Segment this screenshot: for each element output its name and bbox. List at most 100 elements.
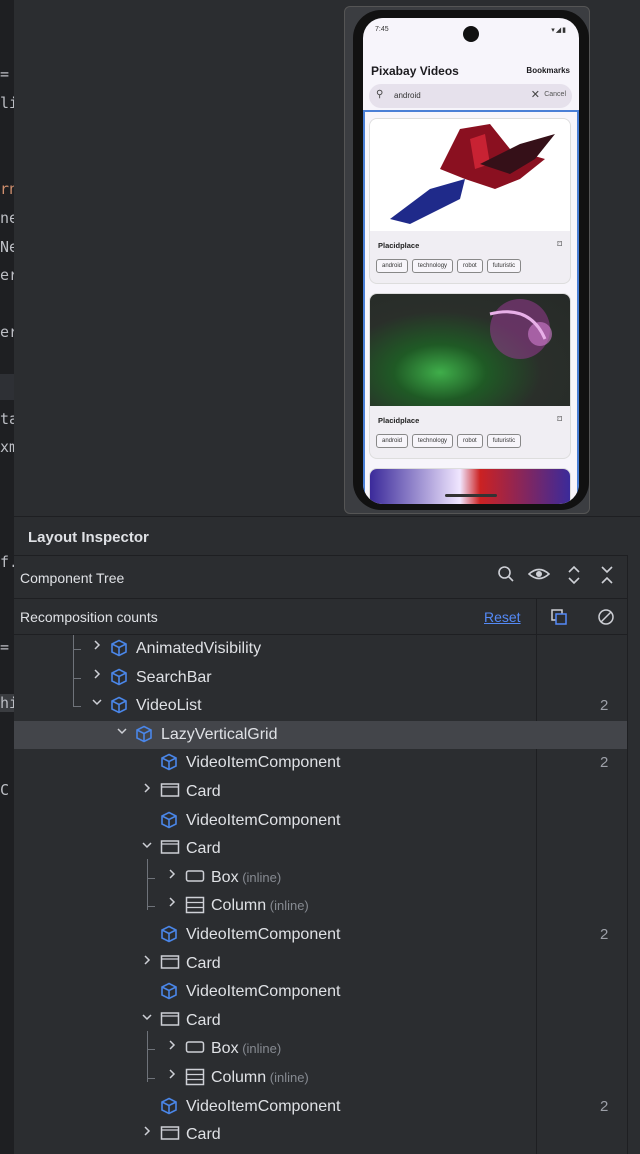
editor-fragment: ne	[0, 209, 14, 227]
search-input[interactable]: android	[394, 91, 421, 100]
chevron-right-icon[interactable]	[165, 868, 179, 883]
tree-node[interactable]: Column (inline)	[14, 892, 627, 920]
tag-chip[interactable]: technology	[412, 259, 454, 273]
video-title: Placidplace	[378, 416, 420, 425]
tag-chip[interactable]: android	[376, 434, 409, 448]
tree-node[interactable]: SearchBar	[14, 664, 627, 692]
editor-fragment: xm	[0, 438, 14, 456]
tree-node[interactable]: Box (inline)	[14, 864, 627, 892]
collapse-all-icon[interactable]	[596, 565, 618, 590]
layout-inspector-panel: Layout Inspector Component Tree Recompos…	[14, 516, 640, 1154]
tree-node[interactable]: Card	[14, 835, 627, 863]
tree-node[interactable]: VideoItemComponent 2	[14, 921, 627, 949]
video-card[interactable]: Placidplace ⌑ android technology robot f…	[369, 118, 571, 284]
eye-icon[interactable]	[527, 565, 551, 588]
tree-guide-tick	[147, 877, 155, 879]
clear-icon[interactable]: ✕	[531, 88, 540, 101]
editor-fragment: Ne	[0, 238, 14, 256]
tree-guide-tick	[147, 1078, 155, 1079]
tree-node[interactable]: VideoItemComponent 2	[14, 749, 627, 777]
search-icon[interactable]	[495, 565, 517, 588]
chevron-down-icon[interactable]	[90, 696, 104, 711]
clear-counts-icon[interactable]	[597, 608, 615, 631]
chevron-right-icon[interactable]	[140, 782, 154, 797]
chevron-right-icon[interactable]	[140, 954, 154, 969]
tree-node[interactable]: Box (inline)	[14, 1035, 627, 1063]
chevron-down-icon[interactable]	[140, 839, 154, 854]
code-editor-slice[interactable]: = li rn ne Ne er er ta xm f. = hi C	[0, 0, 14, 1154]
cancel-button[interactable]: Cancel	[544, 91, 566, 98]
tag-chip[interactable]: robot	[457, 259, 483, 273]
tree-guide-line	[147, 859, 148, 911]
card-icon	[160, 839, 180, 857]
chevron-right-icon[interactable]	[165, 1068, 179, 1083]
reset-link[interactable]: Reset	[484, 609, 521, 625]
video-card[interactable]	[369, 468, 571, 504]
copy-icon[interactable]	[550, 608, 568, 631]
chevron-right-icon[interactable]	[165, 896, 179, 911]
compose-cube-icon	[110, 696, 128, 714]
tree-guide-tick	[73, 649, 81, 650]
home-indicator[interactable]	[445, 494, 497, 497]
editor-fragment: hi	[0, 694, 14, 712]
tree-node-label: VideoItemComponent	[186, 1097, 341, 1115]
tree-node[interactable]: Column (inline)	[14, 1064, 627, 1092]
tree-guide-tick	[73, 677, 81, 679]
tree-node[interactable]: Card	[14, 778, 627, 806]
card-icon	[160, 1011, 180, 1029]
chevron-down-icon[interactable]	[140, 1011, 154, 1026]
search-bar[interactable]: ⚲ android ✕ Cancel	[369, 84, 572, 108]
chevron-right-icon[interactable]	[140, 1125, 154, 1140]
tree-node[interactable]: Card	[14, 1007, 627, 1035]
video-card[interactable]: Placidplace ⌑ android technology robot f…	[369, 293, 571, 459]
compose-cube-icon	[135, 725, 153, 743]
compose-cube-icon	[160, 925, 178, 943]
tree-node[interactable]: AnimatedVisibility	[14, 635, 627, 663]
tree-node[interactable]: VideoList 2	[14, 692, 627, 720]
tree-node-label: VideoList	[136, 697, 202, 715]
box-icon	[185, 1039, 205, 1057]
properties-panel-edge[interactable]	[628, 555, 640, 1154]
compose-cube-icon	[160, 1097, 178, 1115]
tag-chip[interactable]: android	[376, 259, 409, 273]
search-icon: ⚲	[376, 89, 384, 100]
tag-chip[interactable]: futuristic	[486, 259, 522, 273]
ide-window: = li rn ne Ne er er ta xm f. = hi C 7:45…	[0, 0, 640, 1154]
tag-chip[interactable]: technology	[412, 434, 454, 448]
tree-node[interactable]: LazyVerticalGrid	[14, 720, 627, 749]
chevron-down-icon[interactable]	[115, 725, 129, 740]
tag-chip[interactable]: robot	[457, 434, 483, 448]
bookmark-icon[interactable]: ⌑	[557, 239, 562, 250]
tree-node[interactable]: VideoItemComponent 2	[14, 1093, 627, 1121]
chevron-right-icon[interactable]	[90, 639, 104, 654]
tree-guide-line	[73, 635, 74, 707]
inline-marker: (inline)	[238, 869, 282, 885]
status-icons: ▾◢▮	[551, 27, 567, 34]
card-icon	[160, 1125, 180, 1143]
component-tree-toolbar: Component Tree	[14, 555, 640, 599]
tree-node[interactable]: VideoItemComponent	[14, 807, 627, 835]
tag-chip[interactable]: futuristic	[486, 434, 522, 448]
compose-cube-icon	[160, 753, 178, 771]
expand-all-icon[interactable]	[563, 565, 585, 590]
tree-node[interactable]: Card	[14, 950, 627, 978]
tag-row: android technology robot futuristic	[376, 259, 522, 273]
tree-node[interactable]: VideoItemComponent	[14, 978, 627, 1006]
editor-fragment: C	[0, 781, 10, 799]
chevron-right-icon[interactable]	[90, 668, 104, 683]
compose-cube-icon	[110, 639, 128, 657]
tree-node-label: LazyVerticalGrid	[161, 725, 278, 743]
column-icon	[185, 1068, 205, 1086]
tree-node[interactable]: Card	[14, 1121, 627, 1149]
chevron-right-icon[interactable]	[165, 1039, 179, 1054]
recomposition-count: 2	[600, 1097, 609, 1115]
inline-marker: (inline)	[238, 1041, 282, 1057]
device-screen[interactable]: 7:45 ▾◢▮ Pixabay Videos Bookmarks ⚲ andr…	[363, 18, 579, 504]
card-icon	[160, 954, 180, 972]
tag-row: android technology robot futuristic	[376, 434, 522, 448]
tree-node-label: Column (inline)	[211, 897, 309, 915]
bookmarks-button[interactable]: Bookmarks	[526, 66, 570, 75]
editor-fragment: li	[0, 94, 14, 112]
tree-guide-tick	[147, 1049, 155, 1051]
bookmark-icon[interactable]: ⌑	[557, 414, 562, 425]
